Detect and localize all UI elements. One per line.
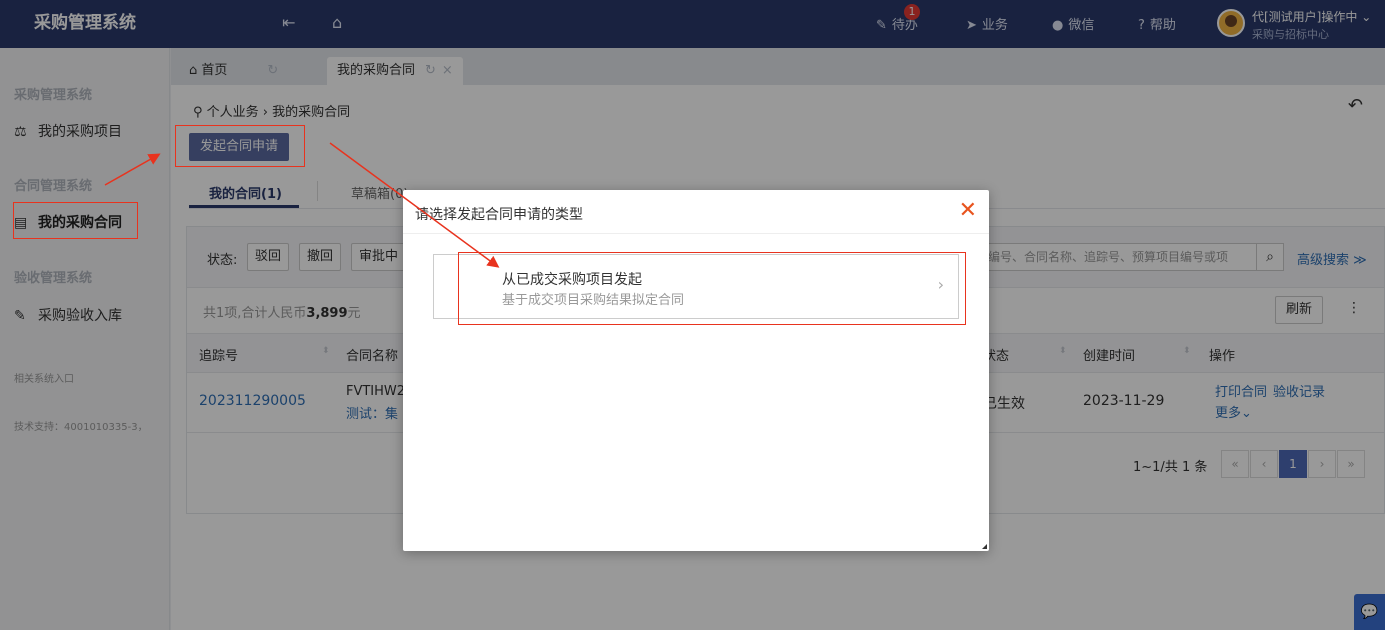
close-icon[interactable]: ✕ (959, 198, 977, 223)
resize-handle[interactable] (982, 544, 987, 549)
chevron-right-icon: › (937, 275, 944, 294)
dialog-title: 请选择发起合同申请的类型 (415, 207, 583, 223)
contract-type-dialog: 请选择发起合同申请的类型 ✕ 从已成交采购项目发起 基于成交项目采购结果拟定合同… (403, 190, 989, 551)
option-from-project[interactable]: 从已成交采购项目发起 基于成交项目采购结果拟定合同 › (433, 254, 959, 319)
option-description: 基于成交项目采购结果拟定合同 (502, 293, 685, 308)
dialog-header: 请选择发起合同申请的类型 ✕ (403, 190, 989, 234)
option-title: 从已成交采购项目发起 (502, 272, 642, 288)
